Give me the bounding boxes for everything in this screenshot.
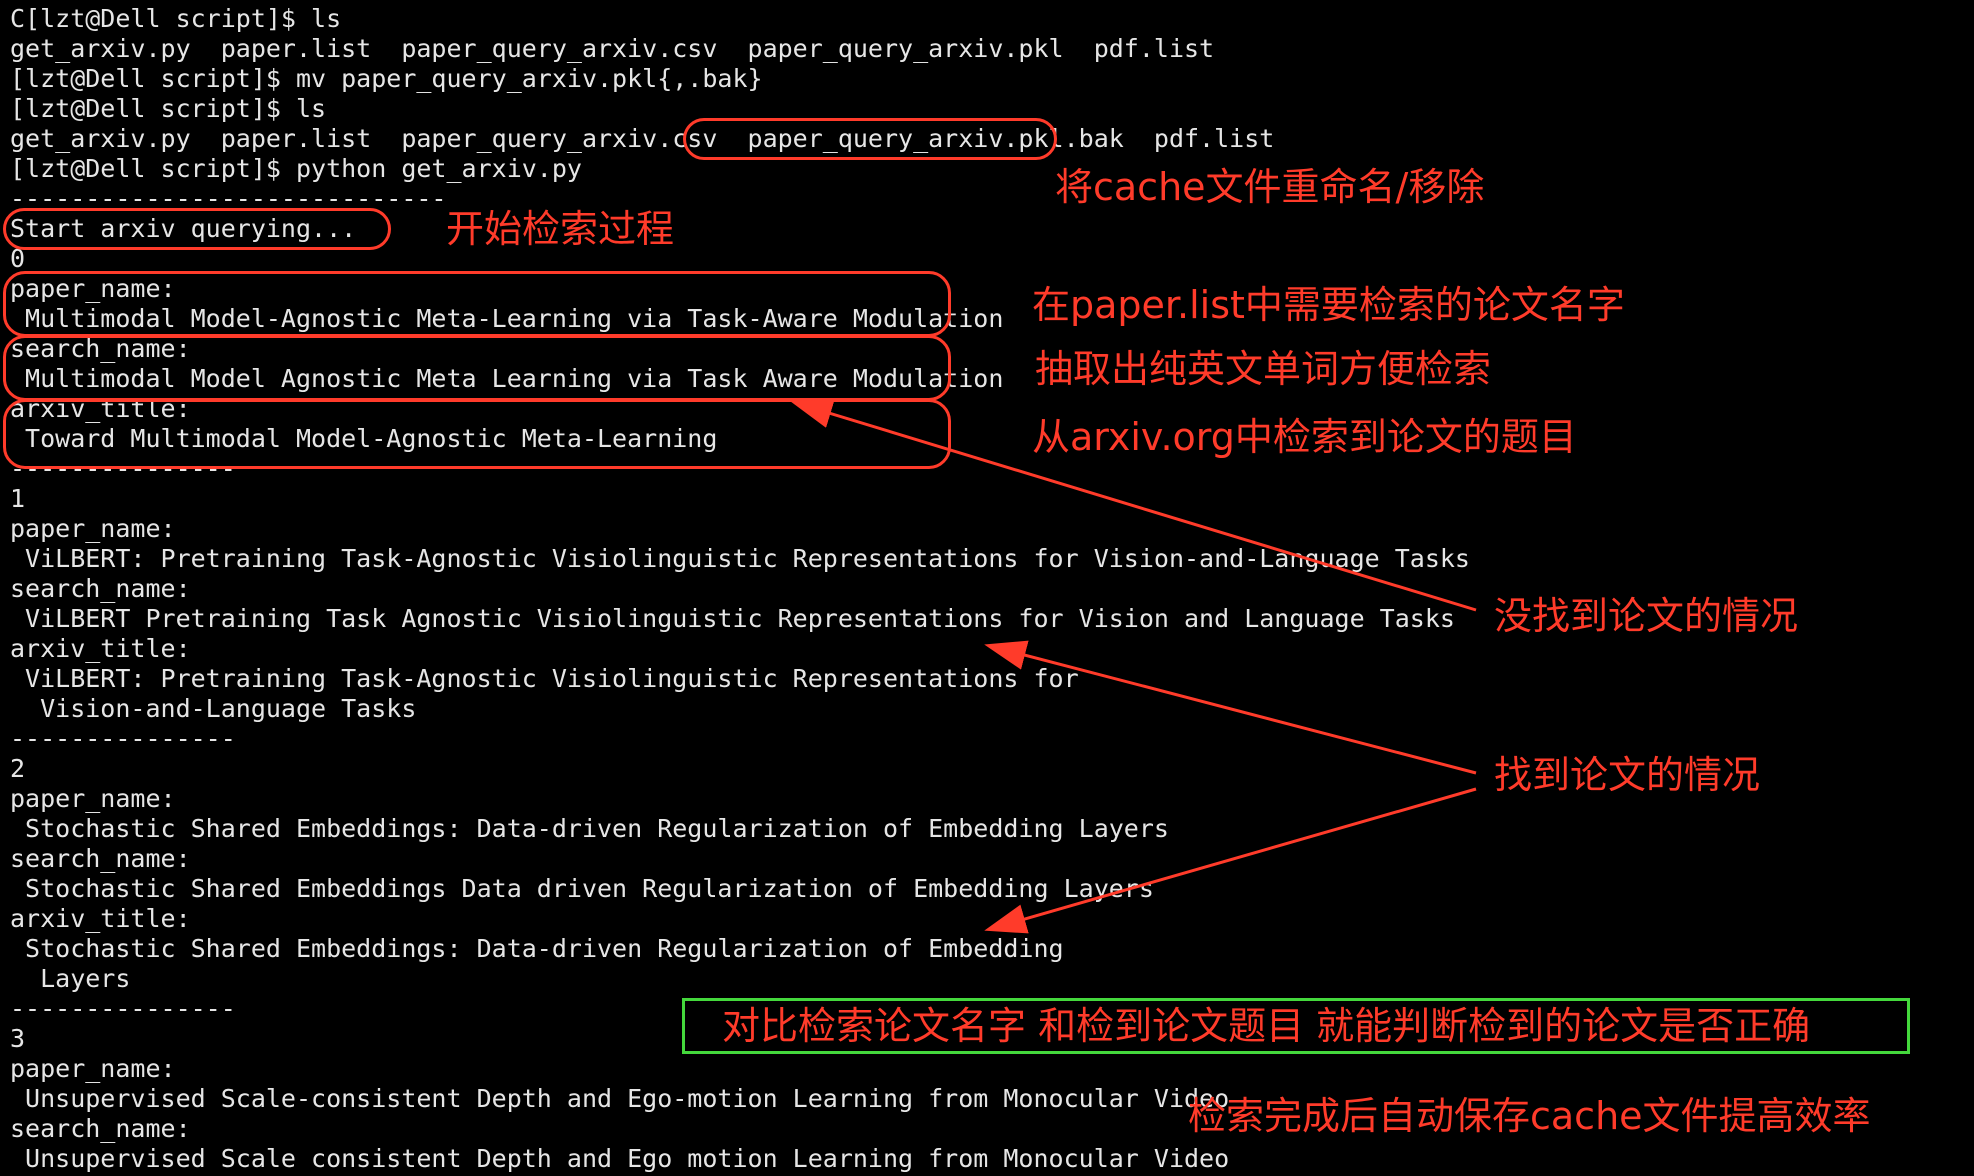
annotation-start-search: 开始检索过程 [446, 207, 675, 251]
highlight-paper-name-box [3, 271, 951, 337]
terminal-line: --------------- [10, 994, 236, 1023]
terminal-line: Layers [10, 964, 131, 993]
terminal-line: search_name: [10, 1114, 191, 1143]
terminal-line: paper_name: [10, 1054, 176, 1083]
terminal-line: --------------- [10, 724, 236, 753]
highlight-search-name-box [3, 335, 951, 401]
arrow-found-2 [984, 787, 1477, 934]
terminal-line: Stochastic Shared Embeddings: Data-drive… [10, 934, 1064, 963]
terminal-line: [lzt@Dell script]$ ls [10, 94, 327, 123]
terminal-line: search_name: [10, 844, 191, 873]
terminal-line: Stochastic Shared Embeddings Data driven… [10, 874, 1154, 903]
terminal-line: arxiv_title: [10, 634, 191, 663]
terminal-line: ViLBERT Pretraining Task Agnostic Visiol… [10, 604, 1455, 633]
terminal-line: Vision-and-Language Tasks [10, 694, 417, 723]
annotation-found: 找到论文的情况 [1494, 753, 1761, 797]
terminal-line: 1 [10, 484, 26, 513]
annotation-rename-cache: 将cache文件重命名/移除 [1055, 165, 1485, 209]
terminal-line: paper_name: [10, 514, 176, 543]
highlight-bak-file-box [683, 118, 1057, 160]
terminal-line: search_name: [10, 574, 191, 603]
terminal-line: [lzt@Dell script]$ mv paper_query_arxiv.… [10, 64, 763, 93]
terminal-line: Unsupervised Scale-consistent Depth and … [10, 1084, 1230, 1113]
terminal-line: ViLBERT: Pretraining Task-Agnostic Visio… [10, 544, 1470, 573]
highlight-arxiv-title-box [3, 399, 951, 469]
annotation-arxiv-title: 从arxiv.org中检索到论文的题目 [1032, 415, 1577, 459]
terminal-line: get_arxiv.py paper.list paper_query_arxi… [10, 34, 1215, 63]
highlight-start-box [3, 208, 391, 250]
terminal-line: arxiv_title: [10, 904, 191, 933]
terminal-line: paper_name: [10, 784, 176, 813]
terminal-line: 2 [10, 754, 26, 783]
annotation-extract-english: 抽取出纯英文单词方便检索 [1035, 347, 1492, 391]
terminal-window[interactable]: C[lzt@Dell script]$ ls get_arxiv.py pape… [0, 0, 1974, 1176]
terminal-line: [lzt@Dell script]$ python get_arxiv.py [10, 154, 582, 183]
terminal-line: Unsupervised Scale consistent Depth and … [10, 1144, 1230, 1173]
terminal-line: 3 [10, 1024, 26, 1053]
annotation-compare: 对比检索论文名字 和检到论文题目 就能判断检到的论文是否正确 [722, 1004, 1811, 1048]
annotation-auto-save: 检索完成后自动保存cache文件提高效率 [1188, 1094, 1871, 1138]
terminal-line: get_arxiv.py paper.list paper_query_arxi… [10, 124, 1275, 153]
terminal-line: ViLBERT: Pretraining Task-Agnostic Visio… [10, 664, 1079, 693]
terminal-line: Stochastic Shared Embeddings: Data-drive… [10, 814, 1169, 843]
terminal-line: C[lzt@Dell script]$ ls [10, 4, 342, 33]
annotation-not-found: 没找到论文的情况 [1494, 594, 1799, 638]
annotation-paper-list-name: 在paper.list中需要检索的论文名字 [1032, 283, 1625, 327]
